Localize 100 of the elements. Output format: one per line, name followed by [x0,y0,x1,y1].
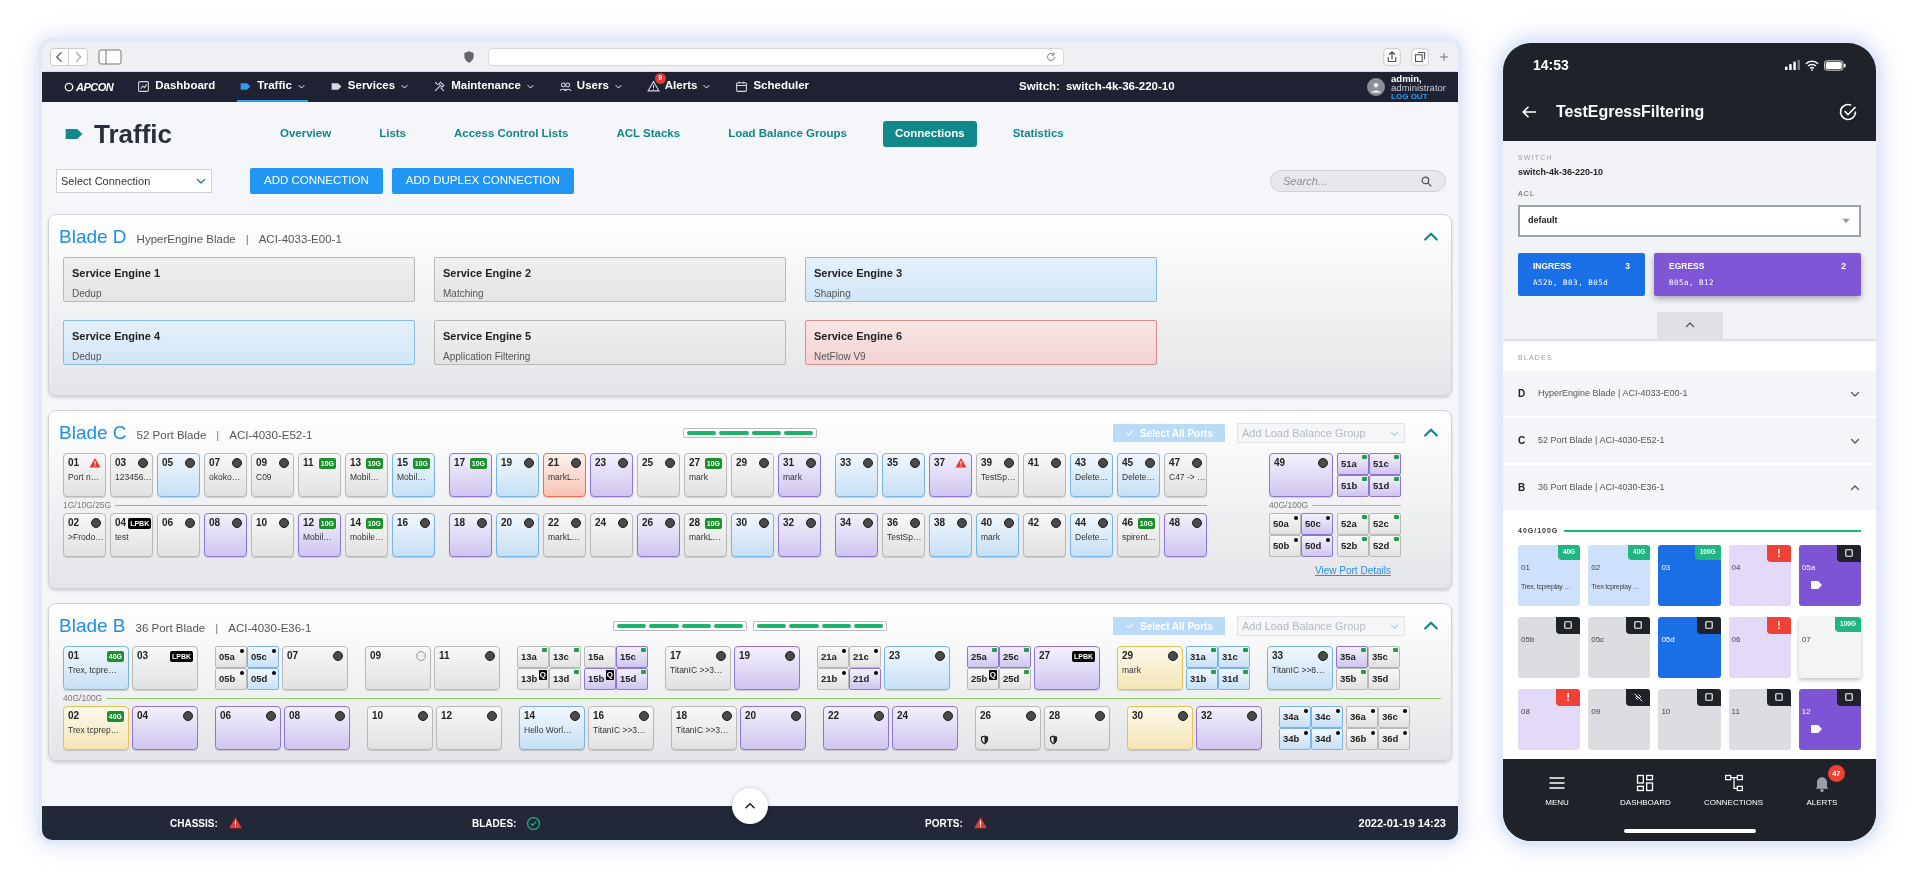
port-tile[interactable]: 05d [1658,616,1721,678]
port-tile[interactable]: 09 [1588,688,1651,750]
port-cell[interactable]: 25b Q [967,668,999,690]
port-cell[interactable]: 05d [247,668,279,690]
nav-menu-item[interactable]: Scheduler [733,72,811,102]
port-tile[interactable]: 22 markL… [543,513,586,557]
port-tile[interactable]: 19 [734,646,800,690]
port-tile[interactable]: 05 [157,453,200,497]
check-circle-icon[interactable] [1838,102,1858,122]
tab[interactable]: Connections [883,121,977,147]
port-tile[interactable]: 11 [1728,688,1791,750]
port-cell[interactable]: 05c [247,646,279,668]
port-tile[interactable]: 16 TitanIC >>3… [588,706,654,750]
nav-menu-item[interactable]: Maintenance [431,72,537,102]
nav-menu-item[interactable]: Services [327,72,412,102]
port-cell[interactable]: 21c [849,646,881,668]
port-cell[interactable]: 52a [1337,513,1369,535]
port-tile[interactable]: 35 [882,453,925,497]
port-cell[interactable]: 34b [1279,728,1311,750]
port-tile[interactable]: 11 [434,646,500,690]
port-cell[interactable]: 51a [1337,453,1369,475]
service-engine-card[interactable]: Service Engine 3 Shaping [805,257,1157,302]
reload-icon[interactable] [1045,50,1057,63]
logout-link[interactable]: LOG OUT [1391,91,1446,101]
port-tile[interactable]: 38 [929,513,972,557]
port-tile[interactable]: 06 [215,706,281,750]
port-cell[interactable]: 21a [817,646,849,668]
port-tile[interactable]: 02 >Frodo… [63,513,106,557]
port-tile[interactable]: 30 [731,513,774,557]
port-tile[interactable]: 07 okoko… [204,453,247,497]
port-cell[interactable]: 36b [1346,728,1378,750]
port-cell[interactable]: 15b Q [584,668,616,690]
port-cell[interactable]: 51c [1369,453,1401,475]
port-cell[interactable]: 13a [517,646,549,668]
port-tile[interactable]: 29 [731,453,774,497]
port-cell[interactable]: 15a [584,646,616,668]
port-tile[interactable]: 30 [1127,706,1193,750]
port-tile[interactable]: 33 [835,453,878,497]
port-tile[interactable]: 18 [449,513,492,557]
port-cell[interactable]: 13c [549,646,581,668]
port-tile[interactable]: 26 [637,513,680,557]
port-tile[interactable]: 45 Delete… [1117,453,1160,497]
port-cell[interactable]: 31b [1186,668,1218,690]
acl-select[interactable]: default [1518,204,1861,237]
port-tile[interactable]: 03 123456… [110,453,153,497]
tabs-icon[interactable] [1410,47,1430,66]
port-cell[interactable]: 25d [999,668,1031,690]
blade-row[interactable]: B 36 Port Blade | ACI-4030-E36-1 [1503,465,1876,510]
port-tile[interactable]: 48 [1164,513,1207,557]
port-tile[interactable]: 44 Delete… [1070,513,1113,557]
port-cell[interactable]: 50c [1301,513,1333,535]
port-cell[interactable]: 35d [1368,668,1400,690]
port-cell[interactable]: 25a [967,646,999,668]
port-tile[interactable]: 22 [823,706,889,750]
tab[interactable]: Overview [268,121,344,147]
port-tile[interactable]: 09 C09 [251,453,294,497]
port-tile[interactable]: 39 TestSp… [976,453,1019,497]
tab-bar-item[interactable]: MENU [1519,765,1596,809]
port-tile[interactable]: 08 [204,513,247,557]
port-tile[interactable]: 28 [1044,706,1110,750]
port-cell[interactable]: 31a [1186,646,1218,668]
address-field[interactable] [488,47,1064,66]
share-icon[interactable] [1382,47,1402,66]
port-tile[interactable]: 18 TitanIC >>3… [671,706,737,750]
port-cell[interactable]: 05b [215,668,247,690]
port-tile[interactable]: 42 [1023,513,1066,557]
port-tile[interactable]: 16 [392,513,435,557]
port-cell[interactable]: 36c [1378,706,1410,728]
port-cell[interactable]: 51d [1369,475,1401,497]
port-cell[interactable]: 52d [1369,535,1401,557]
port-cell[interactable]: 25c [999,646,1031,668]
port-tile[interactable]: 20 [740,706,806,750]
port-tile[interactable]: 07 [282,646,348,690]
port-tile[interactable]: 05c [1588,616,1651,678]
tab[interactable]: Access Control Lists [442,121,581,147]
port-cell[interactable]: 50b [1269,535,1301,557]
port-tile[interactable]: 31 mark [778,453,821,497]
port-tile[interactable]: 17 TitanIC >>3… [665,646,731,690]
port-tile[interactable]: 10 [1658,688,1721,750]
port-tile[interactable]: 23 [884,646,950,690]
port-tile[interactable]: 33 TitanIC >>8… [1267,646,1333,690]
port-tile[interactable]: 24 [892,706,958,750]
port-tile[interactable]: 06 [157,513,200,557]
service-engine-card[interactable]: Service Engine 6 NetFlow V9 [805,320,1157,365]
port-tile[interactable]: 32 [778,513,821,557]
blade-row[interactable]: D HyperEngine Blade | ACI-4033-E00-1 [1503,371,1876,416]
port-tile[interactable]: 10 [251,513,294,557]
port-cell[interactable]: 50a [1269,513,1301,535]
port-tile[interactable]: 47 C47 -> … [1164,453,1207,497]
port-tile[interactable]: 04 ! [1728,544,1791,606]
port-tile[interactable]: 26 [975,706,1041,750]
port-cell[interactable]: 35c [1368,646,1400,668]
port-tile[interactable]: 05b [1518,616,1581,678]
tab[interactable]: Statistics [1000,121,1076,147]
port-cell[interactable]: 31d [1218,668,1250,690]
tab[interactable]: Load Balance Groups [716,121,859,147]
nav-menu-item[interactable]: Dashboard [135,72,218,102]
port-cell[interactable]: 21d [849,668,881,690]
tab-bar-item[interactable]: DASHBOARD [1607,765,1684,809]
port-cell[interactable]: 05a [215,646,247,668]
